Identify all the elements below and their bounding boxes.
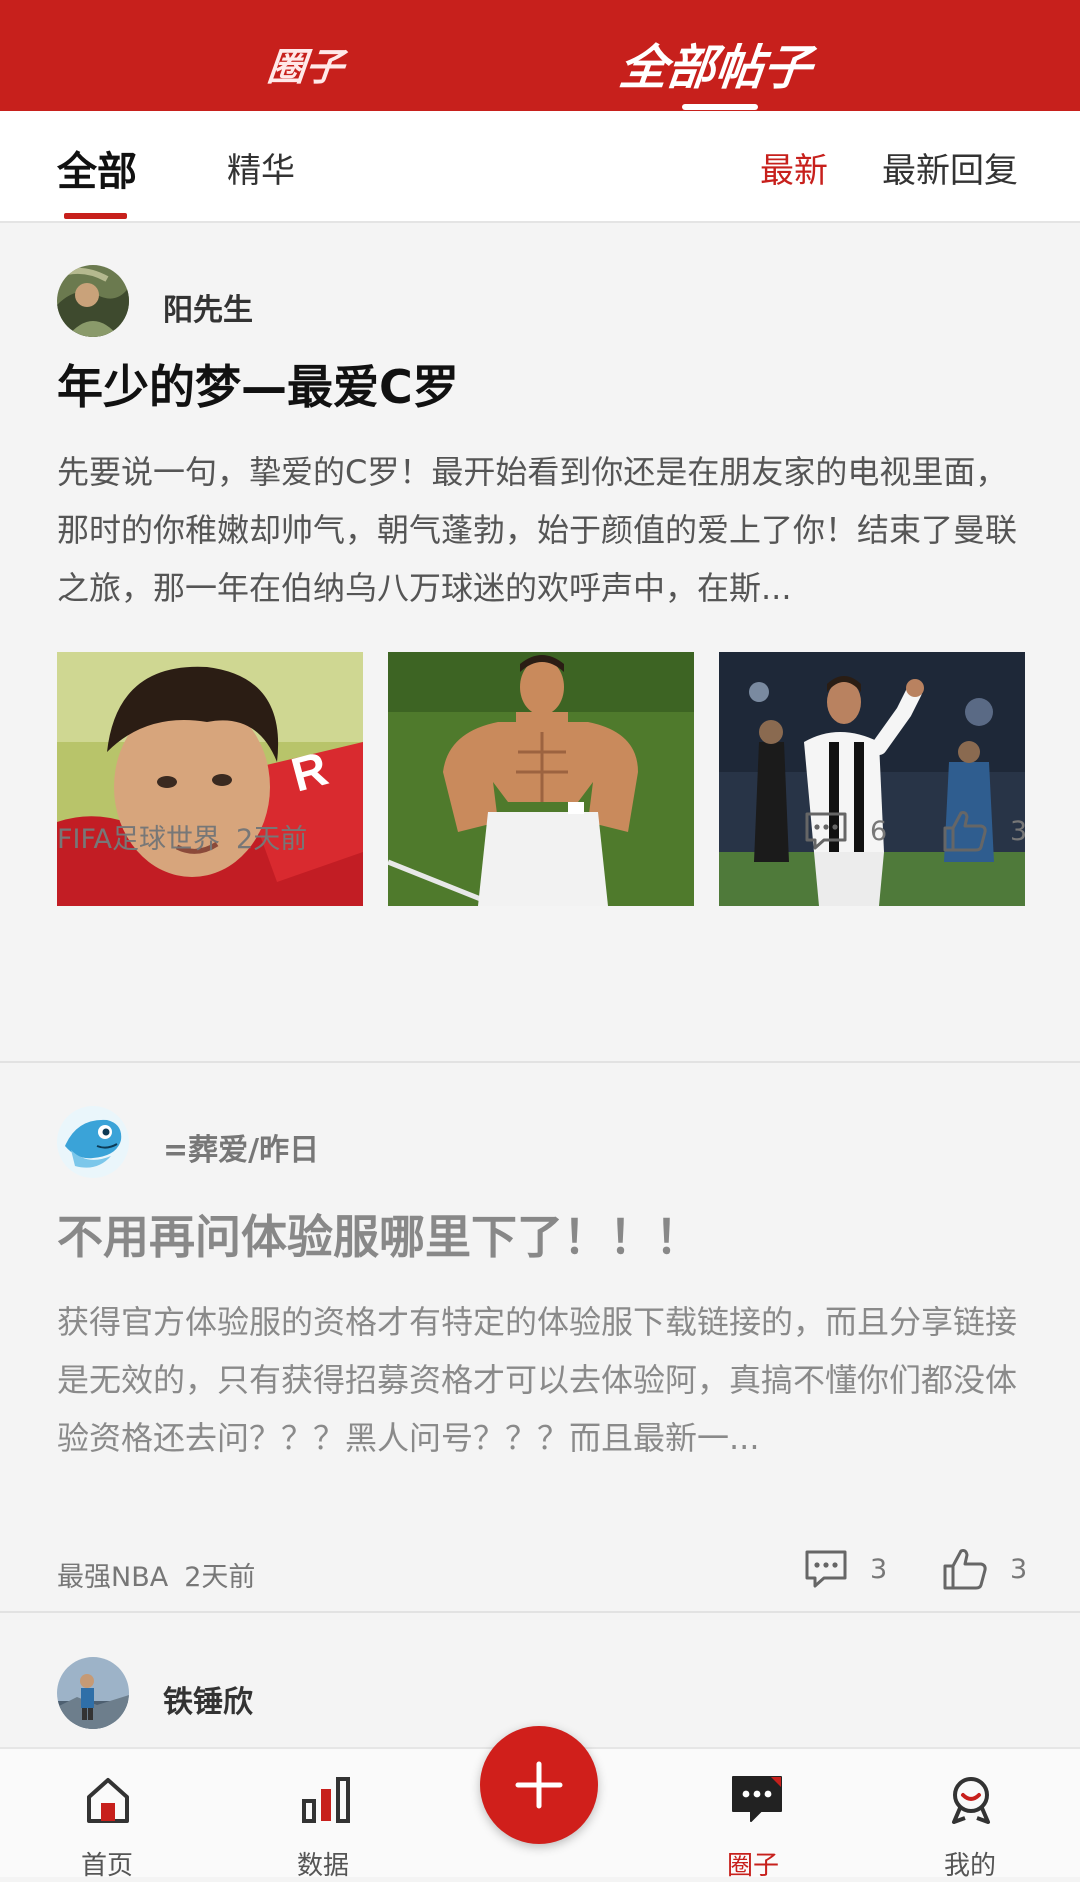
like-count: 3 [1010,815,1028,847]
forum-name[interactable]: 最强NBA [57,1562,168,1593]
post-excerpt: 先要说一句，挚爱的C罗！最开始看到你还是在朋友家的电视里面，那时的你稚嫩却帅气，… [57,453,1018,607]
filter-active-indicator [64,213,127,219]
post-image[interactable]: R [57,652,363,906]
avatar[interactable] [57,1657,129,1729]
nav-label: 数据 [296,1851,349,1881]
active-tab-indicator [682,104,758,110]
post-title[interactable]: 年少的梦—最爱C罗 [57,351,459,417]
comment-button[interactable]: 3 [804,1549,887,1589]
post-card[interactable]: 阳先生 年少的梦—最爱C罗 先要说一句，挚爱的C罗！最开始看到你还是在朋友家的电… [0,223,1080,1063]
post-image[interactable] [388,652,694,906]
comment-icon [805,1550,847,1588]
comment-icon [805,812,847,850]
filter-featured[interactable]: 精华 [227,143,295,192]
tab-all-posts[interactable]: 全部帖子 [616,28,815,98]
filter-bar: 全部 精华 最新 最新回复 [0,111,1080,223]
like-button[interactable]: 3 [942,1547,1027,1591]
sort-newest[interactable]: 最新 [760,143,828,192]
author-name[interactable]: 阳先生 [163,285,253,329]
post-title[interactable]: 不用再问体验服哪里下了！！！ [57,1201,701,1267]
sort-latest-reply[interactable]: 最新回复 [882,143,1018,192]
home-icon [87,1778,129,1823]
nav-label: 圈子 [726,1851,779,1881]
top-header: 圈子 全部帖子 [0,0,1080,111]
post-meta: 最强NBA 2天前 [57,1555,255,1594]
post-time: 2天前 [184,1562,256,1593]
nav-label: 我的 [943,1851,996,1881]
filter-all[interactable]: 全部 [57,139,137,197]
forum-name[interactable]: FIFA足球世界 [57,824,220,855]
post-time: 2天前 [236,824,308,855]
plus-icon [515,1761,563,1809]
avatar[interactable] [57,1106,129,1178]
profile-badge-icon [952,1777,990,1824]
bar-chart-icon [302,1777,350,1823]
like-button[interactable]: 3 [942,809,1027,853]
post-meta: FIFA足球世界 2天前 [57,817,307,856]
comment-button[interactable]: 6 [804,811,887,851]
like-count: 3 [1010,1553,1028,1585]
post-image[interactable] [719,652,1025,906]
thumbs-up-icon [943,811,987,852]
thumbs-up-icon [943,1549,987,1590]
nav-label: 首页 [80,1851,133,1881]
avatar[interactable] [57,265,129,337]
author-name[interactable]: =葬爱/昨日 [163,1125,319,1169]
comment-count: 6 [870,815,888,847]
post-card[interactable]: =葬爱/昨日 不用再问体验服哪里下了！！！ 获得官方体验服的资格才有特定的体验服… [0,1063,1080,1613]
create-post-button[interactable] [480,1726,598,1844]
tab-circle[interactable]: 圈子 [265,36,347,91]
author-name[interactable]: 铁锤欣 [163,1677,253,1721]
chat-bubble-icon [732,1776,782,1822]
post-excerpt: 获得官方体验服的资格才有特定的体验服下载链接的，而且分享链接是无效的，只有获得招… [57,1303,1018,1457]
comment-count: 3 [870,1553,888,1585]
